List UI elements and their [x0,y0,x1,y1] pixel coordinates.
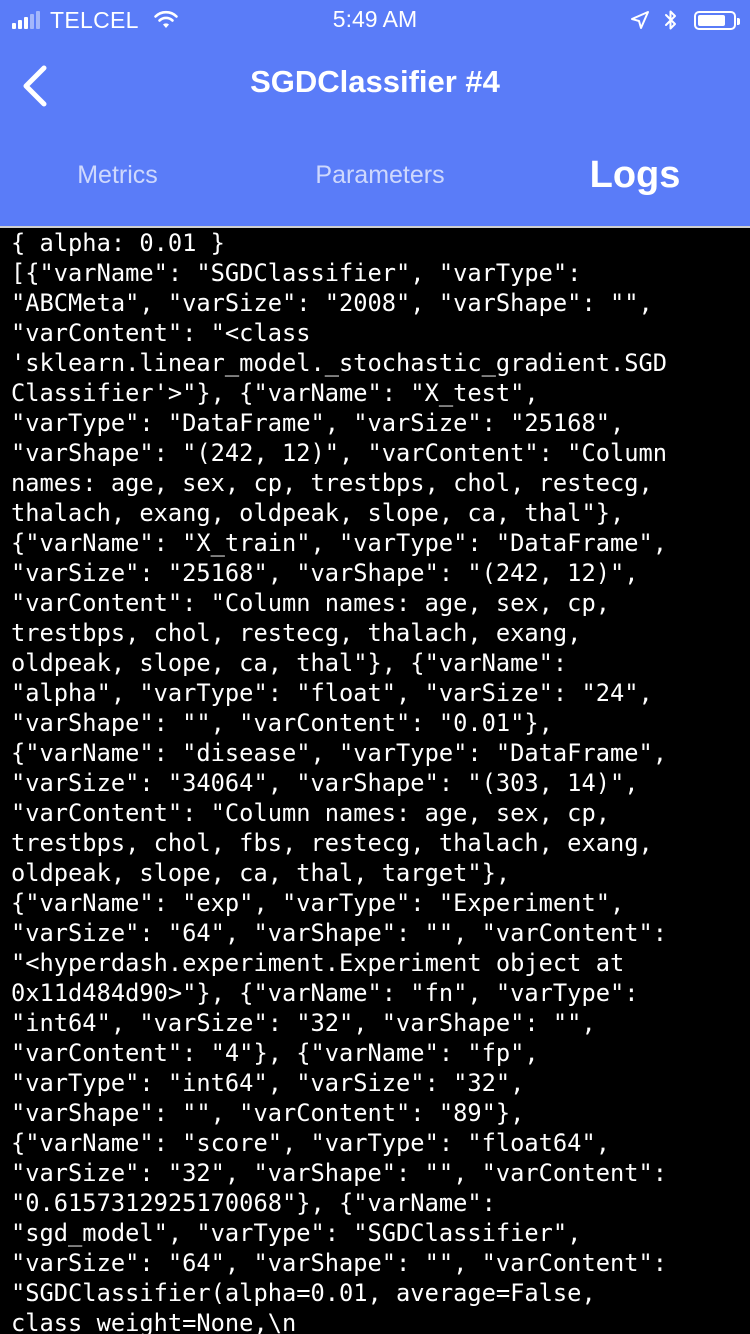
app-header: TELCEL 5:49 AM SGDClassifier #4 Metrics … [0,0,750,226]
log-line: {"varName": "score", "varType": "float64… [11,1129,610,1157]
log-line: "SGDClassifier(alpha=0.01, average=False… [11,1279,596,1307]
log-line: {"varName": "X_train", "varType": "DataF… [11,529,668,557]
log-line: "varSize": "64", "varShape": "", "varCon… [11,919,668,947]
log-line: class_weight=None,\n [11,1309,297,1334]
log-line: "varContent": "4"}, {"varName": "fp", [11,1039,539,1067]
log-line: "varType": "DataFrame", "varSize": "2516… [11,409,625,437]
log-line: "varType": "int64", "varSize": "32", [11,1069,525,1097]
log-line: "varShape": "(242, 12)", "varContent": "… [11,439,668,467]
navigation-bar: SGDClassifier #4 [0,40,750,130]
log-line: "varContent": "Column names: age, sex, c… [11,799,610,827]
log-line: trestbps, chol, fbs, restecg, thalach, e… [11,829,653,857]
log-line: 'sklearn.linear_model._stochastic_gradie… [11,349,668,377]
log-line: "int64", "varSize": "32", "varShape": ""… [11,1009,596,1037]
log-line: oldpeak, slope, ca, thal"}, {"varName": [11,649,568,677]
log-line: trestbps, chol, restecg, thalach, exang, [11,619,582,647]
log-line: oldpeak, slope, ca, thal, target"}, [11,859,511,887]
log-line: names: age, sex, cp, trestbps, chol, res… [11,469,653,497]
log-text: { alpha: 0.01 } [{"varName": "SGDClassifi… [0,228,750,1334]
log-line: [{"varName": "SGDClassifier", "varType": [11,259,582,287]
log-line: "varSize": "32", "varShape": "", "varCon… [11,1159,668,1187]
log-line: "varSize": "64", "varShape": "", "varCon… [11,1249,668,1277]
log-view[interactable]: { alpha: 0.01 } [{"varName": "SGDClassifi… [0,226,750,1334]
log-line: thalach, exang, oldpeak, slope, ca, thal… [11,499,625,527]
log-line: "varShape": "", "varContent": "0.01"}, [11,709,553,737]
log-line: 0x11d484d90>"}, {"varName": "fn", "varTy… [11,979,639,1007]
log-line: "varContent": "Column names: age, sex, c… [11,589,610,617]
tab-parameters[interactable]: Parameters [265,130,495,220]
page-title: SGDClassifier #4 [250,64,500,99]
location-arrow-icon [631,11,649,29]
status-bar: TELCEL 5:49 AM [0,0,750,40]
log-line: "alpha", "varType": "float", "varSize": … [11,679,653,707]
log-line: "varSize": "25168", "varShape": "(242, 1… [11,559,639,587]
bluetooth-icon [665,10,676,30]
log-line: "0.6157312925170068"}, {"varName": [11,1189,496,1217]
log-line: {"varName": "disease", "varType": "DataF… [11,739,668,767]
log-line: "varSize": "34064", "varShape": "(303, 1… [11,769,639,797]
log-line: "sgd_model", "varType": "SGDClassifier", [11,1219,582,1247]
log-line: "ABCMeta", "varSize": "2008", "varShape"… [11,289,653,317]
log-line: {"varName": "exp", "varType": "Experimen… [11,889,625,917]
log-line: "varContent": "<class [11,319,311,347]
status-right [630,6,740,34]
tab-logs[interactable]: Logs [540,130,730,220]
tab-bar: Metrics Parameters Logs [0,130,750,226]
log-line: { alpha: 0.01 } [11,229,225,257]
tab-metrics[interactable]: Metrics [20,130,215,220]
log-line: "<hyperdash.experiment.Experiment object… [11,949,625,977]
battery-icon [694,10,740,30]
log-line: Classifier'>"}, {"varName": "X_test", [11,379,539,407]
log-line: "varShape": "", "varContent": "89"}, [11,1099,525,1127]
